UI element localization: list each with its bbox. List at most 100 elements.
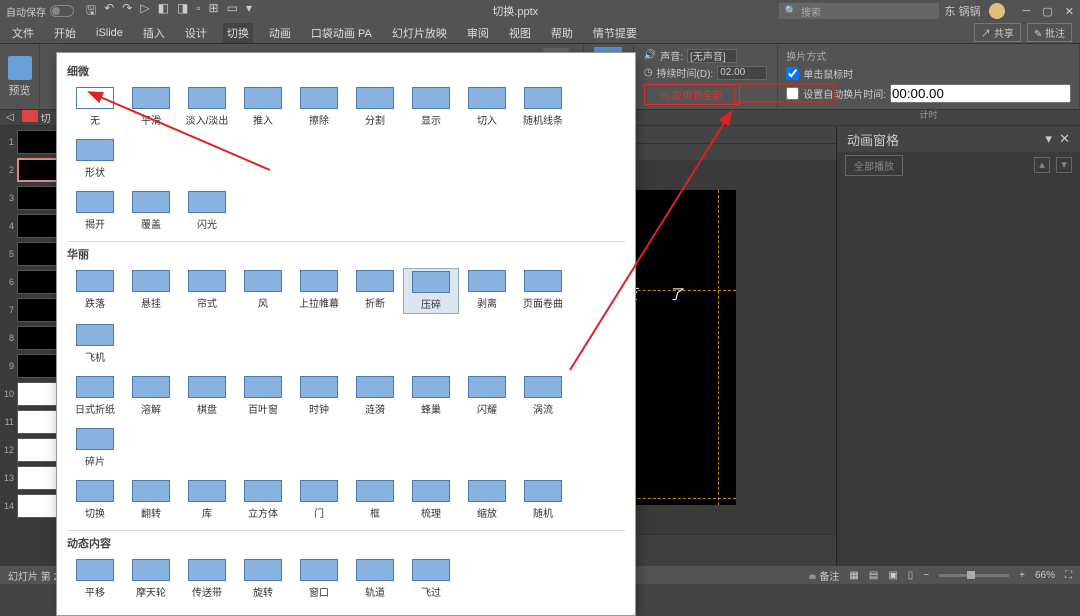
- view-sorter-icon[interactable]: ▤: [869, 570, 878, 581]
- avatar[interactable]: [989, 3, 1005, 19]
- transition-item[interactable]: 平移: [67, 557, 123, 601]
- transition-item[interactable]: 分割: [347, 85, 403, 129]
- transition-item[interactable]: 形状: [67, 137, 123, 181]
- view-slideshow-icon[interactable]: ▯: [908, 570, 914, 581]
- fit-window-icon[interactable]: ⛶: [1065, 570, 1072, 581]
- transition-item[interactable]: 无: [67, 85, 123, 129]
- redo-icon[interactable]: ↷: [122, 1, 132, 22]
- thumb[interactable]: 5: [2, 242, 63, 266]
- tab-help[interactable]: 帮助: [547, 23, 577, 43]
- qat-icon[interactable]: ⊞: [209, 1, 219, 22]
- transition-item[interactable]: 库: [179, 478, 235, 522]
- anim-pane-close-icon[interactable]: ✕: [1059, 131, 1070, 146]
- transition-item[interactable]: 剥离: [459, 268, 515, 314]
- preview-group[interactable]: 预览: [0, 44, 40, 109]
- zoom-in-icon[interactable]: +: [1019, 570, 1025, 581]
- transition-item[interactable]: 覆盖: [123, 189, 179, 233]
- tab-file[interactable]: 文件: [8, 23, 38, 43]
- transition-item[interactable]: 轨道: [347, 557, 403, 601]
- thumb[interactable]: 6: [2, 270, 63, 294]
- view-normal-icon[interactable]: ▦: [849, 570, 858, 581]
- transition-item[interactable]: 切换: [67, 478, 123, 522]
- apply-all-button[interactable]: ⎘ 应用到全部: [644, 84, 740, 105]
- view-reading-icon[interactable]: ▣: [888, 570, 897, 581]
- thumb[interactable]: 10: [2, 382, 63, 406]
- tab-review[interactable]: 审阅: [463, 23, 493, 43]
- tab-insert[interactable]: 插入: [139, 23, 169, 43]
- startshow-icon[interactable]: ▷: [140, 1, 149, 22]
- tab-design[interactable]: 设计: [181, 23, 211, 43]
- transition-item[interactable]: 跌落: [67, 268, 123, 314]
- share-button[interactable]: ↗ 共享: [974, 23, 1021, 42]
- transition-item[interactable]: 揭开: [67, 189, 123, 233]
- comment-button[interactable]: ✎ 批注: [1027, 23, 1072, 42]
- after-checkbox[interactable]: [786, 87, 799, 100]
- transition-item[interactable]: 闪光: [179, 189, 235, 233]
- transition-item[interactable]: 摩天轮: [123, 557, 179, 601]
- tab-view[interactable]: 视图: [505, 23, 535, 43]
- transition-item[interactable]: 日式折纸: [67, 374, 123, 418]
- transition-item[interactable]: 折断: [347, 268, 403, 314]
- transition-item[interactable]: 蜂巢: [403, 374, 459, 418]
- transition-item[interactable]: 旋转: [235, 557, 291, 601]
- thumb[interactable]: 4: [2, 214, 63, 238]
- transition-item[interactable]: 压碎: [403, 268, 459, 314]
- thumb[interactable]: 3: [2, 186, 63, 210]
- tab-animations[interactable]: 动画: [265, 23, 295, 43]
- transition-item[interactable]: 翻转: [123, 478, 179, 522]
- maximize-icon[interactable]: ▢: [1042, 5, 1052, 18]
- thumb[interactable]: 7: [2, 298, 63, 322]
- transition-item[interactable]: 随机: [515, 478, 571, 522]
- tab-islide[interactable]: iSlide: [92, 25, 127, 41]
- tab-home[interactable]: 开始: [50, 23, 80, 43]
- thumb[interactable]: 12: [2, 438, 63, 462]
- qat-icon[interactable]: ▫: [196, 1, 200, 22]
- transition-item[interactable]: 随机线条: [515, 85, 571, 129]
- play-all-button[interactable]: 全部播放: [845, 155, 903, 176]
- zoom-out-icon[interactable]: −: [923, 570, 929, 581]
- minimize-icon[interactable]: ─: [1023, 5, 1031, 18]
- transition-item[interactable]: 传送带: [179, 557, 235, 601]
- transition-item[interactable]: 时钟: [291, 374, 347, 418]
- thumb[interactable]: 8: [2, 326, 63, 350]
- transition-item[interactable]: 擦除: [291, 85, 347, 129]
- transition-item[interactable]: 框: [347, 478, 403, 522]
- thumb[interactable]: 14: [2, 494, 63, 518]
- move-down-icon[interactable]: ▾: [1056, 157, 1072, 173]
- transition-item[interactable]: 淡入/淡出: [179, 85, 235, 129]
- transition-item[interactable]: 显示: [403, 85, 459, 129]
- tab-slideshow[interactable]: 幻灯片放映: [388, 23, 451, 43]
- transition-item[interactable]: 碎片: [67, 426, 123, 470]
- move-up-icon[interactable]: ▴: [1034, 157, 1050, 173]
- transition-item[interactable]: 百叶窗: [235, 374, 291, 418]
- transition-item[interactable]: 平滑: [123, 85, 179, 129]
- transition-item[interactable]: 悬挂: [123, 268, 179, 314]
- transition-item[interactable]: 门: [291, 478, 347, 522]
- transition-item[interactable]: 溶解: [123, 374, 179, 418]
- transition-item[interactable]: 立方体: [235, 478, 291, 522]
- transition-item[interactable]: 棋盘: [179, 374, 235, 418]
- tab-pa[interactable]: 口袋动画 PA: [307, 23, 376, 43]
- search-box[interactable]: 🔍 搜索: [779, 3, 939, 19]
- qat-icon[interactable]: ▭: [227, 1, 238, 22]
- notes-toggle[interactable]: ≐ 备注: [808, 568, 839, 583]
- transition-item[interactable]: 梳理: [403, 478, 459, 522]
- transition-item[interactable]: 涡流: [515, 374, 571, 418]
- transition-item[interactable]: 风: [235, 268, 291, 314]
- qat-more-icon[interactable]: ▾: [246, 1, 252, 22]
- transition-item[interactable]: 涟漪: [347, 374, 403, 418]
- transition-item[interactable]: 页面卷曲: [515, 268, 571, 314]
- qat-icon[interactable]: ◨: [177, 1, 188, 22]
- on-click-checkbox[interactable]: [786, 67, 799, 80]
- transition-item[interactable]: 上拉帷幕: [291, 268, 347, 314]
- qat-icon[interactable]: ◧: [158, 1, 169, 22]
- zoom-slider[interactable]: [939, 574, 1009, 577]
- duration-input[interactable]: [717, 66, 767, 80]
- thumb[interactable]: 2: [2, 158, 63, 182]
- thumb[interactable]: 11: [2, 410, 63, 434]
- anim-pane-dropdown-icon[interactable]: ▾: [1045, 131, 1052, 146]
- save-icon[interactable]: 🖫: [86, 1, 96, 22]
- transition-item[interactable]: 缩放: [459, 478, 515, 522]
- transition-item[interactable]: 推入: [235, 85, 291, 129]
- transition-item[interactable]: 飞过: [403, 557, 459, 601]
